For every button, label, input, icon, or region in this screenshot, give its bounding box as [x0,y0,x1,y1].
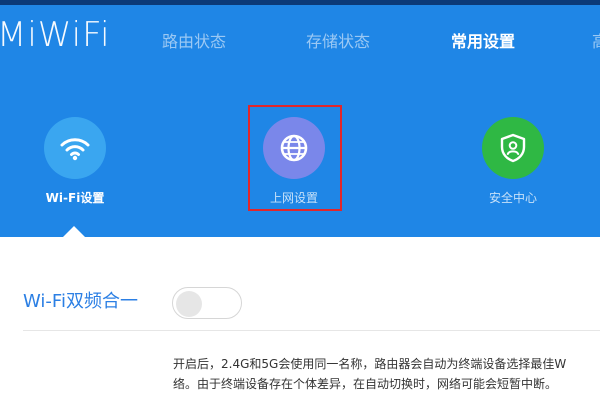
description-line-1: 开启后，2.4G和5G会使用同一名称，路由器会自动为终端设备选择最佳W [173,357,567,371]
tile-internet-settings[interactable]: 上网设置 [214,117,374,227]
nav-tab-storage-status[interactable]: 存储状态 [306,32,370,52]
tile-security-center[interactable]: 安全中心 [433,117,593,227]
tile-internet-settings-label: 上网设置 [269,191,318,205]
section-divider [23,330,600,331]
wifi-dual-band-description: 开启后，2.4G和5G会使用同一名称，路由器会自动为终端设备选择最佳W 络。由于… [173,354,600,394]
toggle-knob [176,291,202,317]
tile-wifi-settings[interactable]: Wi-Fi设置 [0,117,155,227]
wifi-icon [44,117,106,179]
settings-content: Wi-Fi双频合一 开启后，2.4G和5G会使用同一名称，路由器会自动为终端设备… [0,237,600,400]
top-header: MiWiFi 路由状态 存储状态 常用设置 高 Wi-Fi设置 上网设置 [0,5,600,237]
tile-security-center-label: 安全中心 [488,191,537,205]
nav-tab-router-status[interactable]: 路由状态 [162,32,226,52]
wifi-dual-band-merge-label: Wi-Fi双频合一 [23,291,138,312]
tile-wifi-settings-label: Wi-Fi设置 [45,191,105,205]
brand-logo: MiWiFi [0,15,111,55]
wifi-dual-band-merge-toggle[interactable] [172,287,242,319]
description-line-2: 络。由于终端设备存在个体差异，在自动切换时，网络可能会短暂中断。 [173,377,558,391]
nav-tab-advanced[interactable]: 高 [592,32,600,52]
active-tile-indicator [63,226,85,237]
shield-user-icon [482,117,544,179]
nav-tab-common-settings[interactable]: 常用设置 [451,32,515,52]
globe-icon [263,117,325,179]
